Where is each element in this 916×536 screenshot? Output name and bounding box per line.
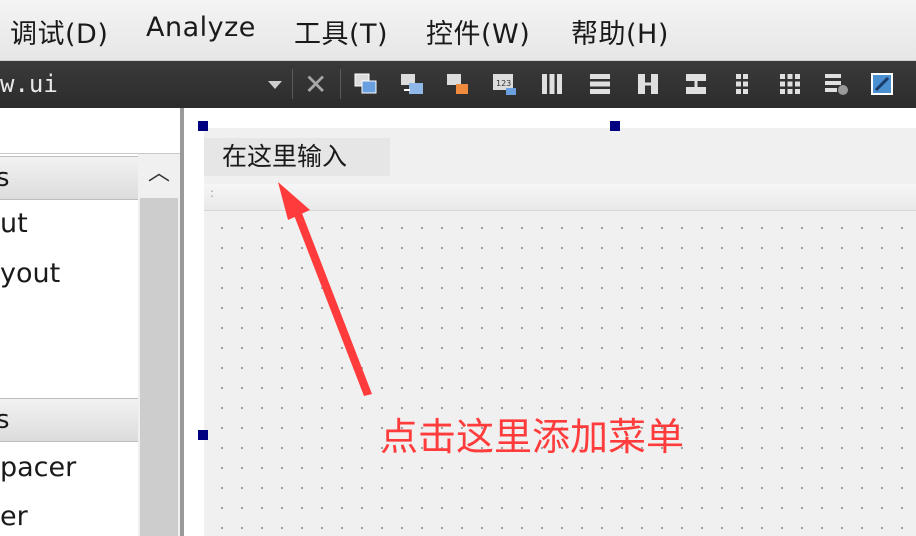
designer-toolbar: w.ui ✕ 123 [0,61,916,108]
toolbar-grip-icon: : [210,186,215,200]
list-item[interactable]: er [0,501,28,532]
layout-grid-icon[interactable] [776,70,804,98]
scrollbar-thumb[interactable] [140,198,178,536]
toolbar-separator [340,69,341,99]
layout-vertical-splitter-icon[interactable] [682,70,710,98]
edit-signals-slots-icon[interactable] [398,70,426,98]
file-selector[interactable]: w.ui [0,70,58,98]
widget-box-panel: s ut yout s pacer er ︿ [0,108,180,536]
layout-horizontal-icon[interactable] [538,70,566,98]
main-window-form[interactable]: 在这里输入 : [204,128,916,536]
selection-handle[interactable] [610,121,620,131]
close-icon[interactable]: ✕ [304,68,327,101]
adjust-size-icon[interactable] [868,70,896,98]
toolbar-separator [292,69,293,99]
annotation-text: 点击这里添加菜单 [380,415,685,459]
list-item[interactable]: pacer [0,452,76,483]
list-item[interactable]: yout [0,258,60,289]
layout-horizontal-splitter-icon[interactable] [634,70,662,98]
widget-filter-area [0,108,180,154]
break-layout-icon[interactable] [822,70,850,98]
design-grid[interactable] [204,212,916,536]
chevron-down-icon[interactable] [268,81,282,89]
edit-buddies-icon[interactable] [444,70,472,98]
menu-placeholder[interactable]: 在这里输入 [204,138,390,176]
edit-tab-order-icon[interactable]: 123 [490,70,518,98]
menu-bar: 调试(D) Analyze 工具(T) 控件(W) 帮助(H) [0,0,916,61]
category-header-spacers[interactable]: s [0,398,138,442]
menu-widgets[interactable]: 控件(W) [426,12,530,51]
form-toolbar-area: : [204,184,916,211]
form-editor: 在这里输入 : [184,108,916,536]
list-item[interactable]: ut [0,208,28,239]
selection-handle[interactable] [198,121,208,131]
menu-tools[interactable]: 工具(T) [294,12,388,51]
svg-text:123: 123 [496,79,511,88]
layout-form-icon[interactable] [728,70,756,98]
selection-handle[interactable] [198,430,208,440]
vertical-scrollbar[interactable]: ︿ [138,154,180,536]
category-header-layouts[interactable]: s [0,156,138,200]
layout-vertical-icon[interactable] [586,70,614,98]
menu-analyze[interactable]: Analyze [146,12,256,43]
chevron-up-icon[interactable]: ︿ [138,154,180,194]
menu-debug[interactable]: 调试(D) [10,12,108,51]
edit-widgets-icon[interactable] [352,70,380,98]
menu-help[interactable]: 帮助(H) [571,12,669,51]
